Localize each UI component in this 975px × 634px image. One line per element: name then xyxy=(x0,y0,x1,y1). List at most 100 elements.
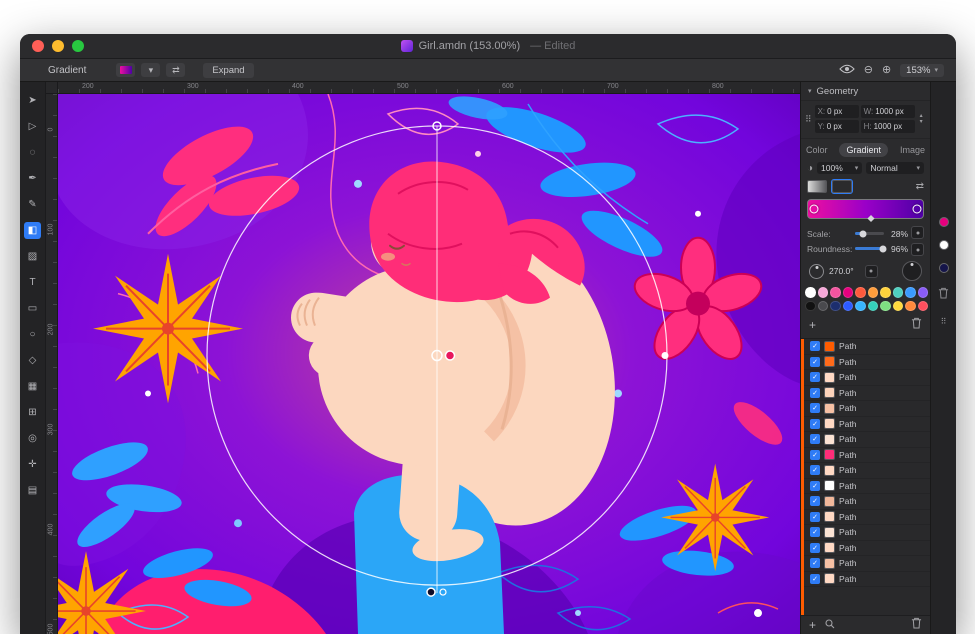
zoom-window-button[interactable] xyxy=(72,40,84,52)
zoom-out-icon[interactable]: ⊖ xyxy=(864,65,873,76)
layer-row[interactable]: ✓Path xyxy=(801,432,930,448)
color-swatch[interactable] xyxy=(843,287,854,298)
stroke-color-well[interactable] xyxy=(939,240,949,250)
rotation-option-button[interactable] xyxy=(865,265,878,278)
blend-mode-select[interactable]: Normal ▾ xyxy=(866,162,924,174)
ellipse-tool[interactable]: ○ xyxy=(24,326,41,343)
scale-option-button[interactable] xyxy=(911,226,924,239)
gradient-type-current-button[interactable] xyxy=(832,180,852,193)
layer-visibility-checkbox[interactable]: ✓ xyxy=(810,481,820,491)
styles-grid-icon[interactable]: ⠿ xyxy=(941,317,947,326)
layer-visibility-checkbox[interactable]: ✓ xyxy=(810,372,820,382)
color-swatch[interactable] xyxy=(918,287,929,298)
expand-button[interactable]: Expand xyxy=(203,63,253,78)
color-swatch[interactable] xyxy=(893,301,904,312)
layers-search-icon[interactable] xyxy=(825,616,835,634)
roundness-slider-thumb[interactable] xyxy=(879,245,886,252)
hand-tool[interactable]: ✛ xyxy=(24,456,41,473)
ruler-origin[interactable] xyxy=(46,82,58,94)
gradient-stop-handle[interactable] xyxy=(446,351,455,360)
gradient-stop-start[interactable] xyxy=(809,205,818,214)
layer-row[interactable]: ✓Path xyxy=(801,448,930,464)
layer-visibility-checkbox[interactable]: ✓ xyxy=(810,558,820,568)
fill-swatch-button[interactable]: ▾ xyxy=(141,63,160,77)
color-swatch[interactable] xyxy=(818,287,829,298)
gradient-bar[interactable] xyxy=(807,199,924,219)
crop-tool[interactable]: ⊞ xyxy=(24,404,41,421)
layer-visibility-checkbox[interactable]: ✓ xyxy=(810,527,820,537)
width-field[interactable]: W: 1000 px xyxy=(861,105,915,118)
layer-row[interactable]: ✓Path xyxy=(801,556,930,572)
stepper-down-icon[interactable]: ▾ xyxy=(920,119,923,125)
symbol-tool[interactable]: ▦ xyxy=(24,378,41,395)
layer-row[interactable]: ✓Path xyxy=(801,339,930,355)
add-stop-button[interactable]: + xyxy=(809,320,816,330)
zoom-level-select[interactable]: 153% ▾ xyxy=(900,64,944,77)
secondary-dial[interactable] xyxy=(902,261,922,281)
gradient-type-linear-button[interactable] xyxy=(807,180,827,193)
view-tool[interactable]: ▤ xyxy=(24,482,41,499)
tab-gradient[interactable]: Gradient xyxy=(839,143,888,157)
pencil-tool[interactable]: ✎ xyxy=(24,196,41,213)
color-swatch[interactable] xyxy=(843,301,854,312)
color-swatch[interactable] xyxy=(805,301,816,312)
transparency-tool[interactable]: ▨ xyxy=(24,248,41,265)
layer-row[interactable]: ✓Path xyxy=(801,479,930,495)
roundness-option-button[interactable] xyxy=(911,243,924,256)
layer-visibility-checkbox[interactable]: ✓ xyxy=(810,341,820,351)
layer-visibility-checkbox[interactable]: ✓ xyxy=(810,403,820,413)
layer-row[interactable]: ✓Path xyxy=(801,355,930,371)
layer-visibility-checkbox[interactable]: ✓ xyxy=(810,543,820,553)
swap-fill-button[interactable]: ⇄ xyxy=(166,63,185,77)
layer-visibility-checkbox[interactable]: ✓ xyxy=(810,357,820,367)
roundness-slider[interactable] xyxy=(855,247,884,250)
gradient-midpoint-marker[interactable] xyxy=(868,215,875,222)
layer-visibility-checkbox[interactable]: ✓ xyxy=(810,574,820,584)
gradient-stop-end[interactable] xyxy=(913,205,922,214)
y-field[interactable]: Y: 0 px xyxy=(815,120,859,133)
rotation-dial[interactable] xyxy=(809,264,824,279)
scale-slider-thumb[interactable] xyxy=(860,230,867,237)
pen-tool[interactable]: ✒ xyxy=(24,170,41,187)
tab-color[interactable]: Color xyxy=(799,143,835,157)
layer-row[interactable]: ✓Path xyxy=(801,510,930,526)
color-swatch[interactable] xyxy=(855,301,866,312)
layer-visibility-checkbox[interactable]: ✓ xyxy=(810,419,820,429)
layer-row[interactable]: ✓Path xyxy=(801,525,930,541)
color-swatch[interactable] xyxy=(905,301,916,312)
move-tool[interactable]: ➤ xyxy=(24,92,41,109)
layer-visibility-checkbox[interactable]: ✓ xyxy=(810,496,820,506)
fill-color-well[interactable] xyxy=(939,217,949,227)
size-stepper[interactable]: ▴ ▾ xyxy=(920,113,923,125)
delete-stop-button[interactable] xyxy=(911,316,922,334)
add-layer-button[interactable]: + xyxy=(809,620,816,630)
layer-row[interactable]: ✓Path xyxy=(801,572,930,588)
secondary-color-well[interactable] xyxy=(939,263,949,273)
layer-visibility-checkbox[interactable]: ✓ xyxy=(810,450,820,460)
color-swatch[interactable] xyxy=(905,287,916,298)
delete-layer-button[interactable] xyxy=(911,616,922,634)
color-swatch[interactable] xyxy=(868,287,879,298)
opacity-select[interactable]: 100% ▾ xyxy=(817,162,862,174)
delete-icon[interactable] xyxy=(938,286,949,304)
layer-visibility-checkbox[interactable]: ✓ xyxy=(810,465,820,475)
minimize-button[interactable] xyxy=(52,40,64,52)
x-field[interactable]: X: 0 px xyxy=(815,105,859,118)
layer-row[interactable]: ✓Path xyxy=(801,494,930,510)
layer-row[interactable]: ✓Path xyxy=(801,463,930,479)
lasso-tool[interactable]: ◌ xyxy=(24,144,41,161)
layer-row[interactable]: ✓Path xyxy=(801,417,930,433)
gradient-thumb-button[interactable] xyxy=(116,63,135,77)
gradient-radius-handle[interactable] xyxy=(662,352,669,359)
layer-visibility-checkbox[interactable]: ✓ xyxy=(810,388,820,398)
layer-row[interactable]: ✓Path xyxy=(801,541,930,557)
gradient-end-handle[interactable] xyxy=(427,588,435,596)
color-swatch[interactable] xyxy=(830,301,841,312)
color-swatch[interactable] xyxy=(893,287,904,298)
rectangle-tool[interactable]: ▭ xyxy=(24,300,41,317)
layer-visibility-checkbox[interactable]: ✓ xyxy=(810,434,820,444)
layer-visibility-checkbox[interactable]: ✓ xyxy=(810,512,820,522)
zoom-in-icon[interactable]: ⊕ xyxy=(882,65,891,76)
text-tool[interactable]: T xyxy=(24,274,41,291)
layer-row[interactable]: ✓Path xyxy=(801,386,930,402)
